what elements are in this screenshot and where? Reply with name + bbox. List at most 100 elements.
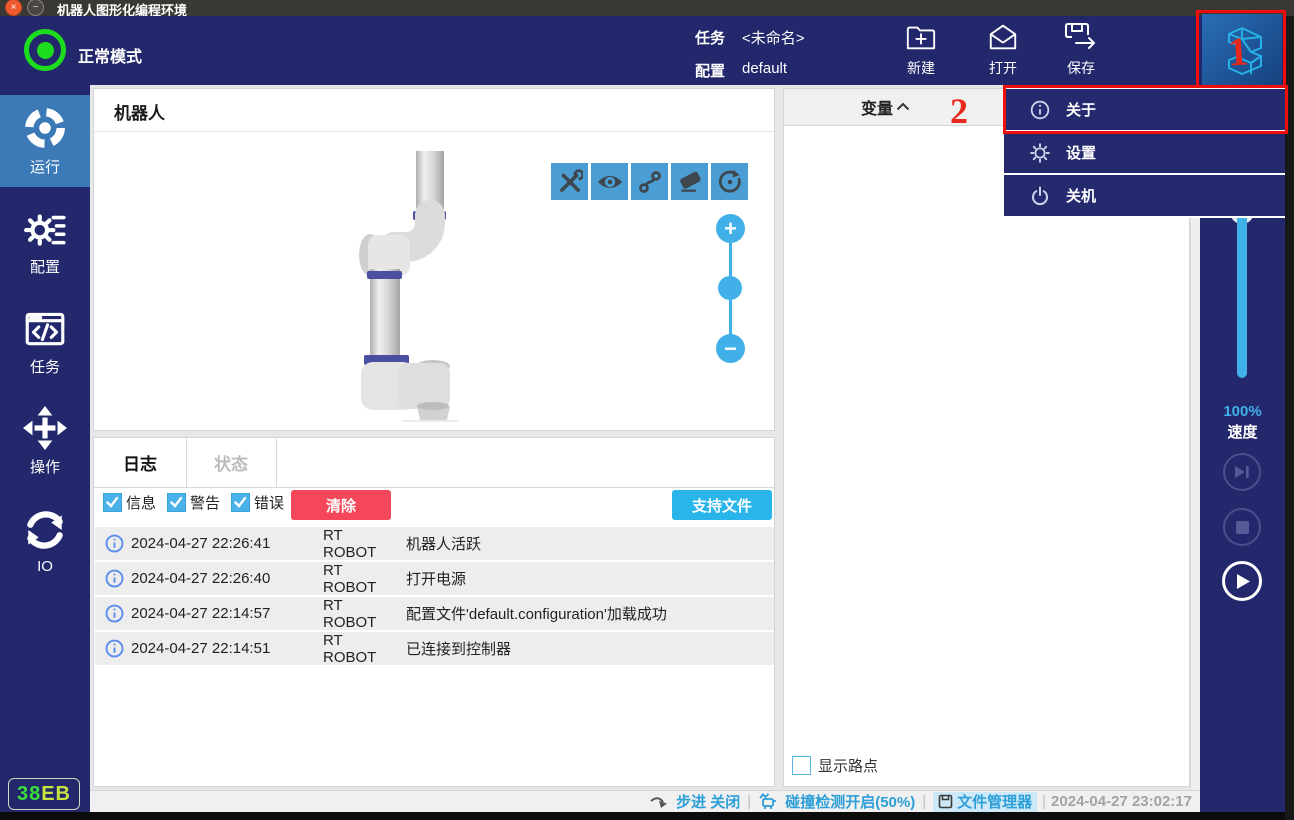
file-manager-label: 文件管理器 (957, 794, 1033, 811)
annotation-number-1: 1 (1226, 28, 1250, 75)
step-forward-button[interactable] (1223, 453, 1261, 491)
open-label: 打开 (989, 60, 1017, 76)
log-time: 2024-04-27 22:26:40 (131, 570, 271, 587)
filter-info-checkbox[interactable]: 信息 (103, 492, 156, 513)
sidebar-item-label: 任务 (29, 359, 60, 376)
clear-log-button[interactable]: 清除 (291, 490, 391, 520)
code-badge[interactable]: 38 EB (8, 778, 80, 810)
zoom-in-button[interactable]: + (716, 214, 745, 243)
mode-indicator-icon (24, 29, 66, 71)
log-row: 2024-04-27 22:26:40 RT ROBOT 打开电源 (95, 561, 774, 596)
power-icon (1030, 186, 1050, 206)
log-row: 2024-04-27 22:26:41 RT ROBOT 机器人活跃 (95, 527, 774, 561)
separator: | (1042, 793, 1047, 810)
info-circle-icon (105, 534, 124, 553)
minimize-button[interactable]: − (27, 0, 44, 16)
step-mode-status[interactable]: 步进 关闭 (676, 791, 740, 812)
tools-icon (557, 168, 583, 195)
log-source: RT ROBOT (323, 596, 377, 631)
view-path-button[interactable] (631, 163, 668, 200)
zoom-out-button[interactable]: − (716, 334, 745, 363)
menu-item-settings[interactable]: 设置 (1004, 132, 1285, 173)
log-message: 配置文件'default.configuration'加载成功 (406, 606, 667, 623)
tab-status-label: 状态 (214, 455, 248, 474)
window-edge-bottom (0, 812, 1294, 820)
filter-error-checkbox[interactable]: 错误 (231, 492, 284, 513)
open-icon (987, 22, 1019, 52)
checkbox-unchecked-icon (792, 756, 811, 775)
support-files-label: 支持文件 (691, 497, 752, 515)
sidebar-item-label: 配置 (29, 259, 60, 276)
info-circle-icon (105, 569, 124, 588)
log-tabs: 日志 状态 (94, 438, 774, 488)
sidebar-item-label: 操作 (29, 459, 60, 476)
save-icon (1064, 22, 1098, 52)
eye-icon (596, 171, 624, 193)
sidebar-item-config[interactable]: 配置 (0, 195, 90, 287)
robot-panel: 机器人 + − (93, 88, 775, 431)
filter-info-label: 信息 (126, 495, 157, 512)
tab-log[interactable]: 日志 (94, 438, 187, 487)
checkbox-checked-icon (167, 493, 186, 512)
speed-slider-track[interactable] (1237, 212, 1247, 378)
run-icon (22, 105, 68, 151)
sidebar-item-label: 运行 (29, 159, 60, 176)
file-manager-button[interactable]: 文件管理器 (933, 791, 1038, 812)
menu-item-label: 设置 (1066, 145, 1097, 162)
collision-status[interactable]: 碰撞检测开启(50%) (785, 791, 915, 812)
view-eraser-button[interactable] (671, 163, 708, 200)
zoom-slider-knob[interactable] (718, 276, 742, 300)
log-panel: 日志 状态 信息 警告 错误 清除 支持文件 2024-04-27 22:26:… (93, 437, 775, 787)
new-task-button[interactable]: 新建 (893, 22, 949, 78)
close-button[interactable]: × (5, 0, 22, 16)
app-window: × − 机器人图形化编程环境 正常模式 任务 <未命名> 配置 default … (0, 0, 1294, 820)
sidebar-item-operate[interactable]: 操作 (0, 395, 90, 487)
menu-item-shutdown[interactable]: 关机 (1004, 175, 1285, 216)
show-waypoints-checkbox[interactable]: 显示路点 (792, 755, 878, 776)
sidebar-item-io[interactable]: IO (0, 495, 90, 587)
log-row: 2024-04-27 22:14:57 RT ROBOT 配置文件'defaul… (95, 596, 774, 631)
view-tools-button[interactable] (551, 163, 588, 200)
tab-log-label: 日志 (123, 455, 157, 474)
config-label: 配置 (695, 63, 726, 80)
menu-item-label: 关机 (1066, 188, 1097, 205)
new-icon (905, 22, 937, 52)
tab-status[interactable]: 状态 (186, 438, 277, 487)
robot-panel-title: 机器人 (114, 104, 165, 123)
path-icon (637, 169, 663, 195)
log-time: 2024-04-27 22:14:51 (131, 640, 271, 657)
log-time: 2024-04-27 22:14:57 (131, 605, 271, 622)
checkbox-checked-icon (231, 493, 250, 512)
play-button[interactable] (1222, 561, 1262, 601)
save-task-button[interactable]: 保存 (1053, 22, 1109, 78)
stop-button[interactable] (1223, 508, 1261, 546)
robot-3d-view (356, 151, 461, 423)
log-row: 2024-04-27 22:14:51 RT ROBOT 已连接到控制器 (95, 632, 774, 666)
open-task-button[interactable]: 打开 (975, 22, 1031, 78)
filter-warning-checkbox[interactable]: 警告 (167, 492, 220, 513)
log-source: RT ROBOT (323, 561, 377, 596)
move-arrows-icon (22, 405, 68, 451)
task-label: 任务 (695, 30, 726, 47)
new-label: 新建 (907, 60, 935, 76)
info-circle-icon (105, 604, 124, 623)
filter-error-label: 错误 (254, 495, 285, 512)
view-rotate-button[interactable] (711, 163, 748, 200)
sidebar-item-task[interactable]: 任务 (0, 295, 90, 387)
sidebar-item-run[interactable]: 运行 (0, 95, 90, 187)
support-files-button[interactable]: 支持文件 (672, 490, 772, 520)
speed-label: 速度 (1227, 424, 1258, 441)
status-bar: 步进 关闭 | 碰撞检测开启(50%) | 文件管理器 | 2024-04-27… (90, 790, 1200, 812)
log-message: 机器人活跃 (406, 536, 482, 553)
log-time: 2024-04-27 22:26:41 (131, 535, 271, 552)
annotation-number-2: 2 (950, 91, 968, 131)
log-message: 打开电源 (406, 571, 467, 588)
show-waypoints-label: 显示路点 (818, 758, 879, 775)
sidebar-item-label: IO (37, 558, 53, 575)
log-message: 已连接到控制器 (406, 641, 512, 658)
code-window-icon (22, 305, 68, 351)
filter-warning-label: 警告 (190, 495, 221, 512)
window-edge-right (1285, 16, 1294, 820)
left-sidebar: 运行 配置 任务 操作 IO 38 EB (0, 85, 90, 812)
view-visibility-button[interactable] (591, 163, 628, 200)
